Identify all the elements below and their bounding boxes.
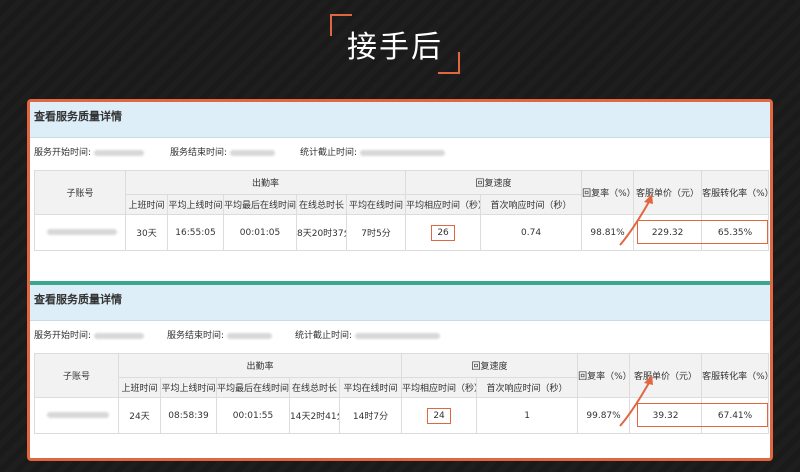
redacted-value — [94, 149, 145, 156]
meta-row: 服务开始时间: 服务结束时间: 统计截止时间: — [30, 321, 770, 345]
stat-cutoff-label: 统计截止时间: — [295, 331, 353, 341]
subheader: 平均最后在线时间 — [223, 194, 297, 215]
cell: 8天20时37分 — [296, 214, 347, 251]
header-conversion: 客服转化率（%） — [701, 170, 770, 215]
header-reply-speed: 回复速度 — [401, 353, 579, 378]
page-title: 接手后 — [347, 30, 443, 65]
cell: 00:01:55 — [216, 397, 290, 434]
cell: 14天2时41分 — [289, 397, 340, 434]
header-account: 子账号 — [34, 353, 119, 398]
header-attendance: 出勤率 — [117, 353, 403, 378]
redacted-account — [46, 229, 117, 235]
subheader: 首次响应时间（秒） — [476, 377, 579, 398]
cell: 24天 — [118, 397, 161, 434]
service-quality-panel-2: 查看服务质量详情 服务开始时间: 服务结束时间: 统计截止时间: 子账号 出勤率… — [30, 285, 770, 458]
service-end-label: 服务结束时间: — [170, 148, 228, 158]
subheader: 平均相应时间（秒） — [405, 194, 482, 215]
header-account: 子账号 — [34, 170, 126, 215]
avg-response-value: 26 — [431, 224, 455, 241]
subheader: 平均上线时间 — [167, 194, 224, 215]
subheader: 在线总时长 — [289, 377, 340, 398]
subheader: 平均上线时间 — [160, 377, 217, 398]
meta-row: 服务开始时间: 服务结束时间: 统计截止时间: — [30, 138, 770, 162]
account-cell — [34, 397, 119, 434]
cell: 16:55:05 — [167, 214, 224, 251]
subheader: 平均最后在线时间 — [216, 377, 290, 398]
service-start-label: 服务开始时间: — [34, 331, 92, 341]
redacted-value — [230, 149, 276, 156]
subheader: 平均相应时间（秒） — [401, 377, 478, 398]
cell-highlight: 26 — [405, 214, 482, 251]
subheader: 首次响应时间（秒） — [480, 194, 583, 215]
subheader: 在线总时长 — [296, 194, 347, 215]
screenshot-frame: 查看服务质量详情 服务开始时间: 服务结束时间: 统计截止时间: 子账号 出勤率… — [27, 99, 773, 461]
redacted-value — [360, 149, 446, 156]
cell: 14时7分 — [338, 397, 403, 434]
subheader: 平均在线时间 — [338, 377, 403, 398]
redacted-value — [355, 332, 441, 339]
redacted-account — [47, 412, 109, 418]
header-conversion: 客服转化率（%） — [701, 353, 770, 398]
cell: 7时5分 — [345, 214, 407, 251]
panel-heading: 查看服务质量详情 — [30, 285, 770, 321]
cell: 30天 — [125, 214, 168, 251]
subheader: 平均在线时间 — [345, 194, 407, 215]
header-attendance: 出勤率 — [124, 170, 407, 195]
account-cell — [34, 214, 126, 251]
arrow-icon — [619, 375, 653, 427]
service-end-label: 服务结束时间: — [167, 331, 225, 341]
avg-response-value: 24 — [427, 407, 451, 424]
cell: 1 — [476, 397, 579, 434]
cell: 0.74 — [480, 214, 583, 251]
panel-heading: 查看服务质量详情 — [30, 102, 770, 138]
arrow-icon — [619, 194, 653, 246]
header-reply-speed: 回复速度 — [405, 170, 583, 195]
service-start-label: 服务开始时间: — [34, 148, 92, 158]
cell: 08:58:39 — [160, 397, 217, 434]
page-title-frame: 接手后 — [330, 14, 460, 74]
stat-cutoff-label: 统计截止时间: — [300, 148, 358, 158]
cell-highlight: 24 — [401, 397, 478, 434]
service-quality-panel-1: 查看服务质量详情 服务开始时间: 服务结束时间: 统计截止时间: 子账号 出勤率… — [30, 102, 770, 282]
redacted-value — [94, 332, 145, 339]
subheader: 上班时间 — [125, 194, 168, 215]
cell: 00:01:05 — [223, 214, 297, 251]
redacted-value — [227, 332, 273, 339]
subheader: 上班时间 — [118, 377, 161, 398]
